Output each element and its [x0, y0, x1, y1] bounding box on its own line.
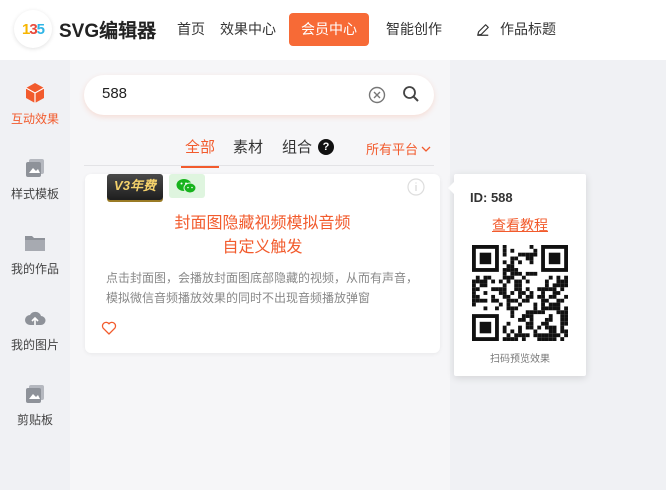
nav-member-center-button[interactable]: 会员中心 — [289, 13, 369, 46]
cube-icon — [25, 83, 45, 103]
left-sidebar: 互动效果 样式模板 我的作品 我的图片 剪贴板 — [0, 60, 70, 490]
sidebar-item-style-templates[interactable]: 样式模板 — [0, 157, 70, 202]
chevron-down-icon — [421, 146, 431, 152]
platform-dropdown[interactable]: 所有平台 — [366, 139, 431, 158]
nav-effects-center[interactable]: 效果中心 — [218, 13, 278, 46]
effect-card[interactable]: V3年费 封面图隐藏视频模拟音频 自定义触发 点击封面图，会播放封面图底部隐藏的… — [85, 174, 440, 353]
pencil-icon — [477, 23, 489, 36]
work-title-button[interactable]: 作品标题 — [474, 13, 558, 46]
qr-code — [472, 245, 568, 341]
folder-icon — [25, 236, 45, 251]
tab-all[interactable]: 全部 — [180, 136, 220, 168]
logo-digit: 1 — [21, 20, 30, 38]
cloud-upload-icon — [25, 311, 46, 325]
template-icon — [26, 159, 44, 177]
effect-id: ID: 588 — [470, 190, 513, 205]
sidebar-item-my-images[interactable]: 我的图片 — [0, 308, 70, 353]
card-title-line: 自定义触发 — [222, 239, 303, 256]
tab-material[interactable]: 素材 — [233, 136, 263, 157]
nav-smart-create[interactable]: 智能创作 — [384, 13, 444, 46]
platform-label: 所有平台 — [366, 142, 419, 157]
logo-digit: 3 — [29, 20, 37, 38]
heart-icon[interactable] — [101, 320, 117, 336]
logo-digit: 5 — [36, 20, 45, 38]
card-title-line: 封面图隐藏视频模拟音频 — [174, 215, 351, 232]
sidebar-item-label: 我的作品 — [10, 262, 59, 276]
clipboard-icon — [26, 385, 44, 403]
sidebar-item-clipboard[interactable]: 剪贴板 — [0, 383, 70, 428]
preview-popup: ID: 588 查看教程 扫码预览效果 — [448, 174, 586, 376]
app-logo[interactable]: 135 — [14, 10, 52, 48]
wechat-icon — [176, 179, 197, 194]
work-title-label: 作品标题 — [500, 21, 556, 37]
v3-annual-badge: V3年费 — [107, 174, 163, 200]
filter-tabs: 全部 素材 组合 ? 所有平台 — [84, 130, 434, 168]
wechat-badge — [169, 174, 205, 198]
top-header: 135 SVG编辑器 首页 效果中心 会员中心 智能创作 作品标题 — [0, 0, 666, 60]
qr-caption: 扫码预览效果 — [490, 354, 550, 365]
sidebar-item-my-works[interactable]: 我的作品 — [0, 232, 70, 277]
sidebar-item-label: 互动效果 — [10, 112, 59, 126]
search-bar — [84, 75, 434, 115]
sidebar-item-interactive-effects[interactable]: 互动效果 — [0, 82, 70, 127]
clear-icon[interactable] — [368, 86, 386, 104]
tab-combo-label: 组合 — [282, 139, 313, 156]
effects-panel: 全部 素材 组合 ? 所有平台 V3年费 封面图隐藏视频模拟音频 自定义触发 点… — [70, 60, 450, 490]
nav-home[interactable]: 首页 — [175, 13, 207, 46]
sidebar-item-label: 剪贴板 — [16, 413, 53, 427]
card-title: 封面图隐藏视频模拟音频 自定义触发 — [85, 212, 440, 260]
search-icon[interactable] — [402, 85, 420, 103]
view-tutorial-link[interactable]: 查看教程 — [454, 215, 586, 235]
search-input[interactable] — [102, 85, 352, 102]
sidebar-item-label: 我的图片 — [10, 338, 59, 352]
app-name: SVG编辑器 — [59, 21, 157, 42]
tab-combo[interactable]: 组合 ? — [282, 136, 335, 157]
info-icon[interactable] — [407, 178, 425, 196]
sidebar-item-label: 样式模板 — [10, 187, 59, 201]
card-description: 点击封面图，会播放封面图底部隐藏的视频，从而有声音，模拟微信音频播放效果的同时不… — [106, 271, 419, 305]
help-icon[interactable]: ? — [318, 138, 335, 155]
